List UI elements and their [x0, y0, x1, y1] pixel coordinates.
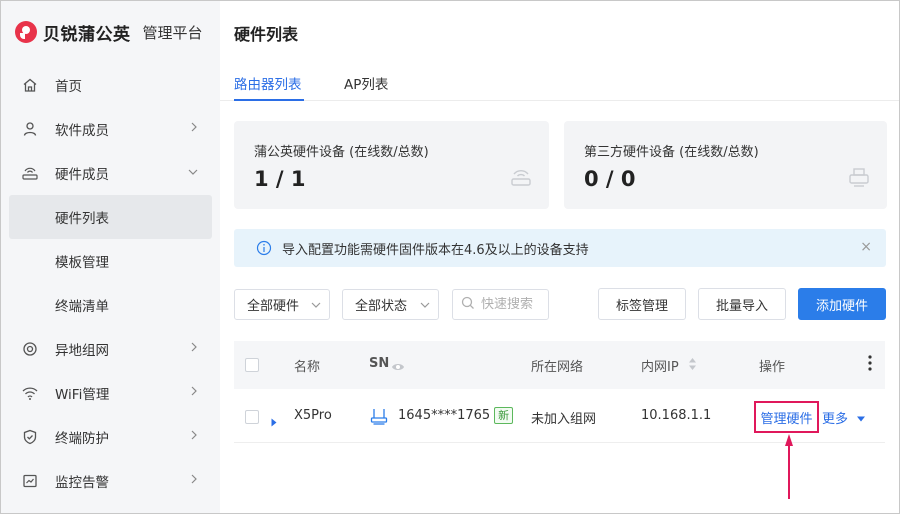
- sidebar-item-wifi-management[interactable]: WiFi管理: [1, 371, 220, 415]
- page-title: 硬件列表: [234, 25, 299, 44]
- sidebar-item-terminal-protection[interactable]: 终端防护: [1, 415, 220, 459]
- sidebar-item-label: 硬件列表: [55, 211, 109, 227]
- sidebar-item-remote-networking[interactable]: 异地组网: [1, 327, 220, 371]
- sidebar-item-label: 终端清单: [55, 299, 109, 315]
- card-label: 第三方硬件设备 (在线数/总数): [584, 145, 759, 160]
- tab-bar: 路由器列表 AP列表: [220, 61, 899, 101]
- sidebar-item-label: 硬件成员: [55, 167, 109, 183]
- info-notice: 导入配置功能需硬件固件版本在4.6及以上的设备支持 ×: [234, 229, 886, 267]
- sidebar-item-software-members[interactable]: 软件成员: [1, 107, 220, 151]
- caret-down-icon: [857, 416, 866, 422]
- new-badge: 新: [494, 407, 514, 424]
- header-operations: 操作: [759, 360, 786, 375]
- router-device-icon: [370, 407, 388, 429]
- wifi-icon: [21, 384, 39, 402]
- brand: 贝锐蒲公英 管理平台: [15, 15, 203, 49]
- sidebar-item-terminal-list[interactable]: 终端清单: [1, 283, 220, 327]
- header-sn: SN: [369, 356, 390, 371]
- row-checkbox[interactable]: [245, 410, 259, 424]
- router-icon: [21, 164, 39, 182]
- sort-icon[interactable]: [688, 356, 697, 375]
- sidebar-item-monitoring-alerts[interactable]: 监控告警: [1, 459, 220, 503]
- sidebar-item-label: 监控告警: [55, 475, 109, 491]
- more-actions-label: 更多: [822, 412, 849, 427]
- card-value: 1 / 1: [254, 167, 306, 191]
- user-icon: [21, 120, 39, 138]
- status-filter-select[interactable]: 全部状态: [342, 289, 439, 320]
- sidebar-item-label: 模板管理: [55, 255, 109, 271]
- info-icon: [256, 240, 272, 256]
- sidebar: 贝锐蒲公英 管理平台 首页 软件成员 硬件成员 硬件列表 模板管理 终端清单 异…: [1, 1, 220, 513]
- search-icon: [461, 295, 475, 314]
- chevron-down-icon: [311, 299, 321, 309]
- add-hardware-button[interactable]: 添加硬件: [798, 288, 886, 320]
- brand-name: 贝锐蒲公英: [43, 24, 131, 45]
- card-value: 0 / 0: [584, 167, 636, 191]
- chevron-right-icon: [190, 474, 198, 487]
- hardware-filter-select[interactable]: 全部硬件: [234, 289, 330, 320]
- sidebar-item-label: 终端防护: [55, 431, 109, 447]
- chevron-right-icon: [190, 342, 198, 355]
- hardware-filter-value: 全部硬件: [247, 299, 300, 314]
- tab-router-list[interactable]: 路由器列表: [234, 73, 302, 93]
- eye-icon[interactable]: [391, 358, 405, 377]
- tab-ap-list[interactable]: AP列表: [344, 73, 388, 93]
- sn-value: 1645****1765: [398, 408, 491, 423]
- sidebar-item-label: 软件成员: [55, 123, 109, 139]
- status-filter-value: 全部状态: [355, 299, 408, 314]
- cell-sn: 1645****1765 新: [398, 407, 514, 424]
- network-icon: [21, 340, 39, 358]
- main-content: 硬件列表 路由器列表 AP列表 蒲公英硬件设备 (在线数/总数) 1 / 1 第…: [220, 1, 899, 513]
- chevron-right-icon: [190, 386, 198, 399]
- header-name: 名称: [294, 360, 321, 375]
- expand-icon[interactable]: [271, 412, 277, 431]
- chevron-right-icon: [190, 430, 198, 443]
- table-header: 名称 SN 所在网络 内网IP 操作: [234, 341, 885, 389]
- cell-ip: 10.168.1.1: [641, 408, 712, 423]
- card-third-party-hardware: 第三方硬件设备 (在线数/总数) 0 / 0: [564, 121, 887, 209]
- monitor-chart-icon: [21, 472, 39, 490]
- brand-subtitle: 管理平台: [142, 23, 203, 42]
- select-all-checkbox[interactable]: [245, 358, 259, 372]
- sidebar-item-label: 异地组网: [55, 343, 109, 359]
- shield-icon: [21, 428, 39, 446]
- card-pgy-hardware: 蒲公英硬件设备 (在线数/总数) 1 / 1: [234, 121, 549, 209]
- sidebar-item-label: WiFi管理: [55, 387, 110, 403]
- sidebar-item-hardware-members[interactable]: 硬件成员: [1, 151, 220, 195]
- annotation-arrow-icon: [785, 434, 793, 499]
- chevron-down-icon: [188, 166, 198, 179]
- sidebar-item-home[interactable]: 首页: [1, 63, 220, 107]
- header-network: 所在网络: [531, 360, 584, 375]
- sidebar-nav: 首页 软件成员 硬件成员 硬件列表 模板管理 终端清单 异地组网 WiFi管理 …: [1, 63, 220, 503]
- cell-name: X5Pro: [294, 408, 332, 423]
- quick-search[interactable]: [452, 289, 549, 320]
- tag-management-button[interactable]: 标签管理: [598, 288, 686, 320]
- active-tab-indicator: [234, 99, 304, 101]
- batch-import-button[interactable]: 批量导入: [698, 288, 786, 320]
- manage-hardware-label: 管理硬件: [760, 411, 813, 427]
- more-actions-link[interactable]: 更多: [822, 408, 866, 427]
- sidebar-item-hardware-list[interactable]: 硬件列表: [9, 195, 212, 239]
- chevron-down-icon: [420, 299, 430, 309]
- cell-network: 未加入组网: [531, 412, 597, 427]
- chevron-right-icon: [190, 122, 198, 135]
- more-vertical-icon[interactable]: [868, 355, 872, 375]
- brand-logo-icon: [15, 21, 37, 43]
- router-icon: [509, 165, 533, 189]
- home-icon: [21, 76, 39, 94]
- sidebar-item-label: 首页: [55, 79, 82, 95]
- sidebar-item-template-management[interactable]: 模板管理: [1, 239, 220, 283]
- search-input[interactable]: [481, 297, 545, 312]
- header-ip: 内网IP: [641, 360, 679, 375]
- card-label: 蒲公英硬件设备 (在线数/总数): [254, 145, 429, 160]
- close-icon[interactable]: ×: [860, 240, 872, 254]
- printer-device-icon: [847, 165, 871, 189]
- notice-text: 导入配置功能需硬件固件版本在4.6及以上的设备支持: [282, 242, 589, 258]
- manage-hardware-link[interactable]: 管理硬件: [754, 401, 819, 433]
